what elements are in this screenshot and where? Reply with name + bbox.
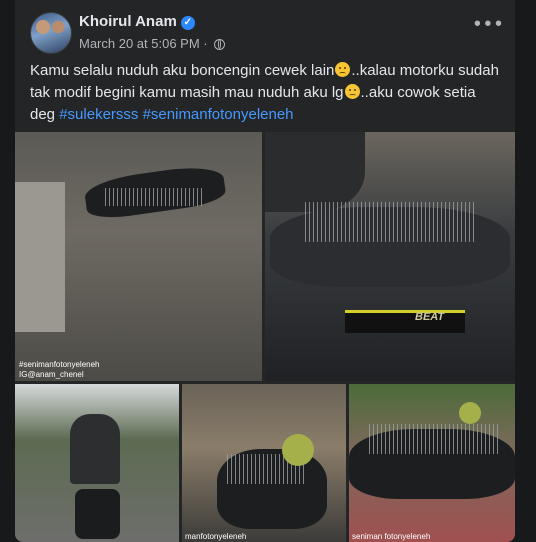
author-avatar[interactable] (30, 12, 72, 54)
spikes-shape (105, 188, 205, 206)
post-card: Khoirul Anam ✓ March 20 at 5:06 PM · • • … (15, 0, 515, 542)
post-text-part-1: Kamu selalu nuduh aku boncengin cewek la… (30, 62, 335, 79)
author-name[interactable]: Khoirul Anam ✓ (79, 13, 195, 30)
photo-seat-closeup[interactable]: manfotonyeleneh (182, 384, 346, 542)
spikes-shape (305, 202, 475, 242)
photo-rider-on-road[interactable] (15, 384, 179, 542)
scooter-body-shape (345, 310, 465, 333)
sad-face-emoji-icon (335, 62, 351, 77)
seat-shape (75, 489, 120, 539)
photo-watermark: IG@anam_chenel (19, 370, 84, 379)
meta-separator: · (203, 36, 208, 51)
post-text: Kamu selalu nuduh aku boncengin cewek la… (30, 60, 500, 126)
fruit-shape (459, 402, 481, 424)
hashtag-link[interactable]: #sulekersss (59, 106, 138, 123)
post-meta: March 20 at 5:06 PM · (79, 36, 226, 51)
flushed-face-emoji-icon (344, 84, 360, 99)
post-timestamp[interactable]: March 20 at 5:06 PM (79, 36, 200, 51)
person-shape (265, 132, 365, 212)
photo-grid: #senimanfotonyeleneh IG@anam_chenel BEAT… (15, 132, 515, 542)
more-options-icon[interactable]: • • • (474, 14, 502, 34)
hashtag-link[interactable]: #senimanfotonyeleneh (143, 106, 294, 123)
rider-shape (70, 414, 120, 484)
globe-icon[interactable] (214, 39, 226, 50)
photo-scooter-seat[interactable]: BEAT (265, 132, 515, 381)
spikes-shape (369, 424, 499, 454)
verified-badge-icon: ✓ (180, 16, 195, 30)
photo-watermark: manfotonyeleneh (185, 532, 247, 541)
person-leg-shape (15, 182, 65, 332)
fruit-shape (282, 434, 314, 466)
author-name-text[interactable]: Khoirul Anam (79, 13, 177, 30)
photo-workshop[interactable]: #senimanfotonyeleneh IG@anam_chenel (15, 132, 262, 381)
photo-watermark: #senimanfotonyeleneh (19, 360, 100, 369)
photo-watermark: seniman fotonyeleneh (352, 532, 431, 541)
photo-seat-with-fruit[interactable]: seniman fotonyeleneh (349, 384, 515, 542)
scooter-label: BEAT (415, 311, 445, 323)
